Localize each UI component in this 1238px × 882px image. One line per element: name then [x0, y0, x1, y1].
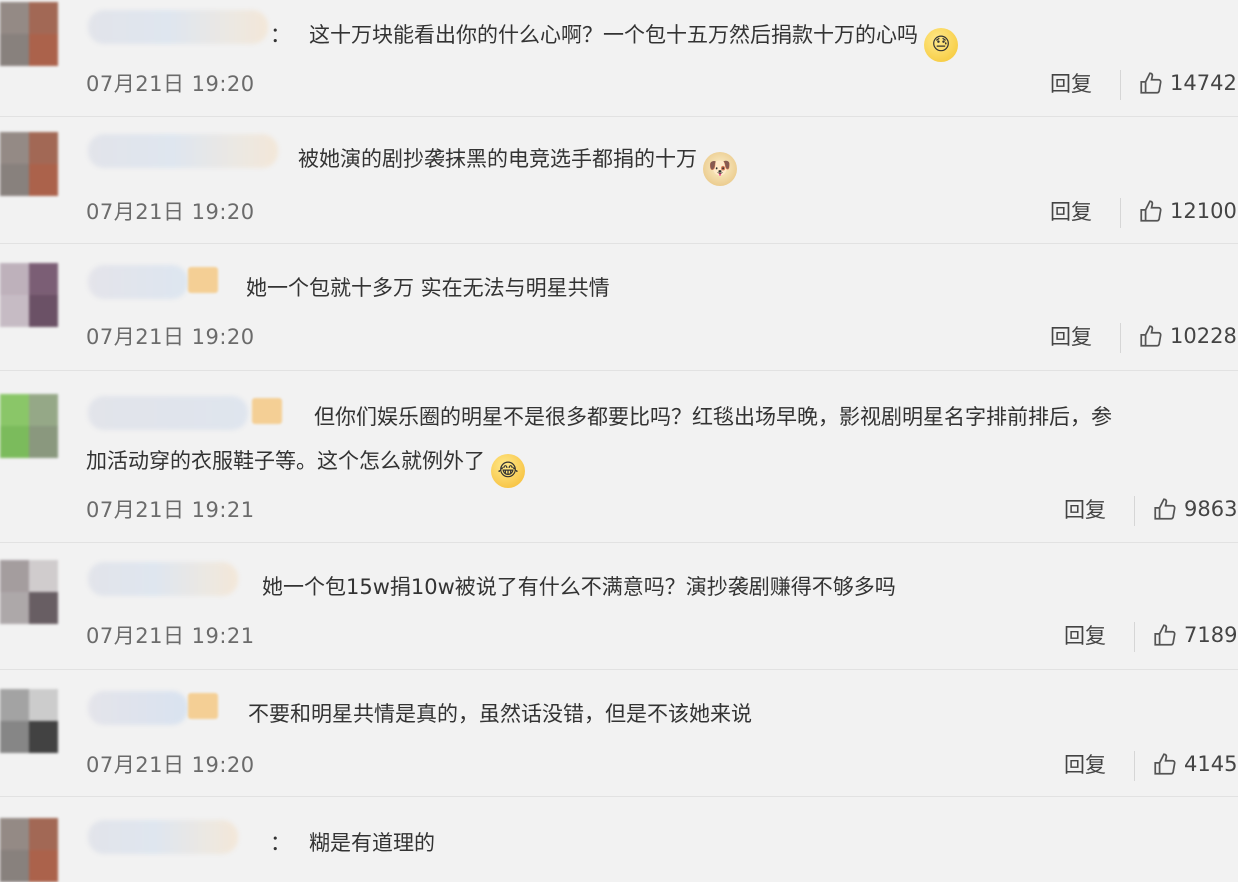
- comment-body-line2: 加活动穿的衣服鞋子等。这个怎么就例外了: [86, 449, 485, 473]
- like-count: 7189: [1184, 623, 1238, 647]
- comment-body: 但你们娱乐圈的明星不是很多都要比吗？红毯出场早晚，影视剧明星名字排前排后，参: [314, 405, 1112, 429]
- avatar[interactable]: [0, 263, 58, 327]
- comment-time: 07月21日 19:21: [86, 624, 255, 648]
- sweat-emoji-icon: 😓: [924, 28, 958, 62]
- comment-text: 但你们娱乐圈的明星不是很多都要比吗？红毯出场早晚，影视剧明星名字排前排后，参: [314, 402, 1238, 432]
- username-blurred[interactable]: [88, 265, 188, 299]
- like-button[interactable]: 7189: [1152, 622, 1237, 648]
- comment-body: 她一个包15w捐10w被说了有什么不满意吗？演抄袭剧赚得不够多吗: [262, 575, 896, 599]
- divider: [1134, 622, 1135, 652]
- comment-text: 被她演的剧抄袭抹黑的电竞选手都捐的十万 🐶: [298, 144, 737, 186]
- like-button[interactable]: 12100: [1138, 198, 1237, 224]
- divider: [1120, 323, 1121, 353]
- avatar[interactable]: [0, 689, 58, 753]
- like-button[interactable]: 9863: [1152, 496, 1237, 522]
- like-count: 12100: [1170, 199, 1237, 223]
- reply-button[interactable]: 回复: [1064, 620, 1106, 650]
- divider: [1134, 496, 1135, 526]
- thumbs-up-icon: [1154, 753, 1176, 775]
- avatar[interactable]: [0, 560, 58, 624]
- comment-text: 不要和明星共情是真的，虽然话没错，但是不该她来说: [248, 699, 752, 729]
- like-button[interactable]: 4145: [1152, 751, 1237, 777]
- comment-body: 不要和明星共情是真的，虽然话没错，但是不该她来说: [248, 702, 752, 726]
- avatar[interactable]: [0, 2, 58, 66]
- user-badge: [188, 267, 218, 293]
- divider: [1134, 751, 1135, 781]
- comment-item: ： 这十万块能看出你的什么心啊？一个包十五万然后捐款十万的心吗 😓 07月21日 1…: [0, 0, 1238, 117]
- reply-button[interactable]: 回复: [1050, 196, 1092, 226]
- avatar[interactable]: [0, 818, 58, 882]
- comment-body: 糊是有道理的: [309, 831, 435, 855]
- comment-time: 07月21日 19:20: [86, 72, 255, 96]
- reply-button[interactable]: 回复: [1064, 749, 1106, 779]
- thumbs-up-icon: [1140, 325, 1162, 347]
- comment-body: 这十万块能看出你的什么心啊？一个包十五万然后捐款十万的心吗: [309, 23, 918, 47]
- reply-button[interactable]: 回复: [1064, 494, 1106, 524]
- avatar[interactable]: [0, 132, 58, 196]
- comment-colon: ：: [270, 23, 291, 47]
- thumbs-up-icon: [1154, 624, 1176, 646]
- comment-body: 被她演的剧抄袭抹黑的电竞选手都捐的十万: [298, 147, 697, 171]
- username-blurred[interactable]: [88, 691, 188, 725]
- comment-colon: ：: [270, 831, 291, 855]
- comment-item: 被她演的剧抄袭抹黑的电竞选手都捐的十万 🐶 07月21日 19:20 回复 121…: [0, 116, 1238, 244]
- comment-text: ： 这十万块能看出你的什么心啊？一个包十五万然后捐款十万的心吗 😓: [270, 20, 958, 62]
- comment-text: ： 糊是有道理的: [270, 828, 435, 858]
- username-blurred[interactable]: [88, 134, 278, 168]
- reply-button[interactable]: 回复: [1050, 321, 1092, 351]
- username-blurred[interactable]: [88, 820, 238, 854]
- divider: [1120, 70, 1121, 100]
- like-count: 14742: [1170, 71, 1237, 95]
- like-button[interactable]: 10228: [1138, 323, 1237, 349]
- comment-time: 07月21日 19:21: [86, 498, 255, 522]
- user-badge: [188, 693, 218, 719]
- comment-time: 07月21日 19:20: [86, 200, 255, 224]
- thumbs-up-icon: [1140, 200, 1162, 222]
- avatar[interactable]: [0, 394, 58, 458]
- like-count: 9863: [1184, 497, 1238, 521]
- laugh-emoji-icon: 😂: [491, 454, 525, 488]
- username-blurred[interactable]: [88, 396, 248, 430]
- doge-emoji-icon: 🐶: [703, 152, 737, 186]
- comment-item: 她一个包就十多万 实在无法与明星共情 07月21日 19:20 回复 10228: [0, 243, 1238, 371]
- like-count: 4145: [1184, 752, 1238, 776]
- thumbs-up-icon: [1154, 498, 1176, 520]
- comment-item: 她一个包15w捐10w被说了有什么不满意吗？演抄袭剧赚得不够多吗 07月21日 …: [0, 542, 1238, 670]
- user-badge: [252, 398, 282, 424]
- comment-text: 她一个包就十多万 实在无法与明星共情: [246, 273, 610, 303]
- divider: [1120, 198, 1121, 228]
- comment-body: 她一个包就十多万 实在无法与明星共情: [246, 276, 610, 300]
- like-button[interactable]: 14742: [1138, 70, 1237, 96]
- comment-item: 但你们娱乐圈的明星不是很多都要比吗？红毯出场早晚，影视剧明星名字排前排后，参 加…: [0, 370, 1238, 543]
- comment-text-continued: 加活动穿的衣服鞋子等。这个怎么就例外了 😂: [86, 446, 525, 488]
- comment-item: ： 糊是有道理的: [0, 796, 1238, 882]
- username-blurred[interactable]: [88, 562, 238, 596]
- username-blurred[interactable]: [88, 10, 268, 44]
- thumbs-up-icon: [1140, 72, 1162, 94]
- comment-time: 07月21日 19:20: [86, 753, 255, 777]
- reply-button[interactable]: 回复: [1050, 68, 1092, 98]
- like-count: 10228: [1170, 324, 1237, 348]
- comment-item: 不要和明星共情是真的，虽然话没错，但是不该她来说 07月21日 19:20 回复…: [0, 669, 1238, 797]
- comment-time: 07月21日 19:20: [86, 325, 255, 349]
- comment-text: 她一个包15w捐10w被说了有什么不满意吗？演抄袭剧赚得不够多吗: [262, 572, 896, 602]
